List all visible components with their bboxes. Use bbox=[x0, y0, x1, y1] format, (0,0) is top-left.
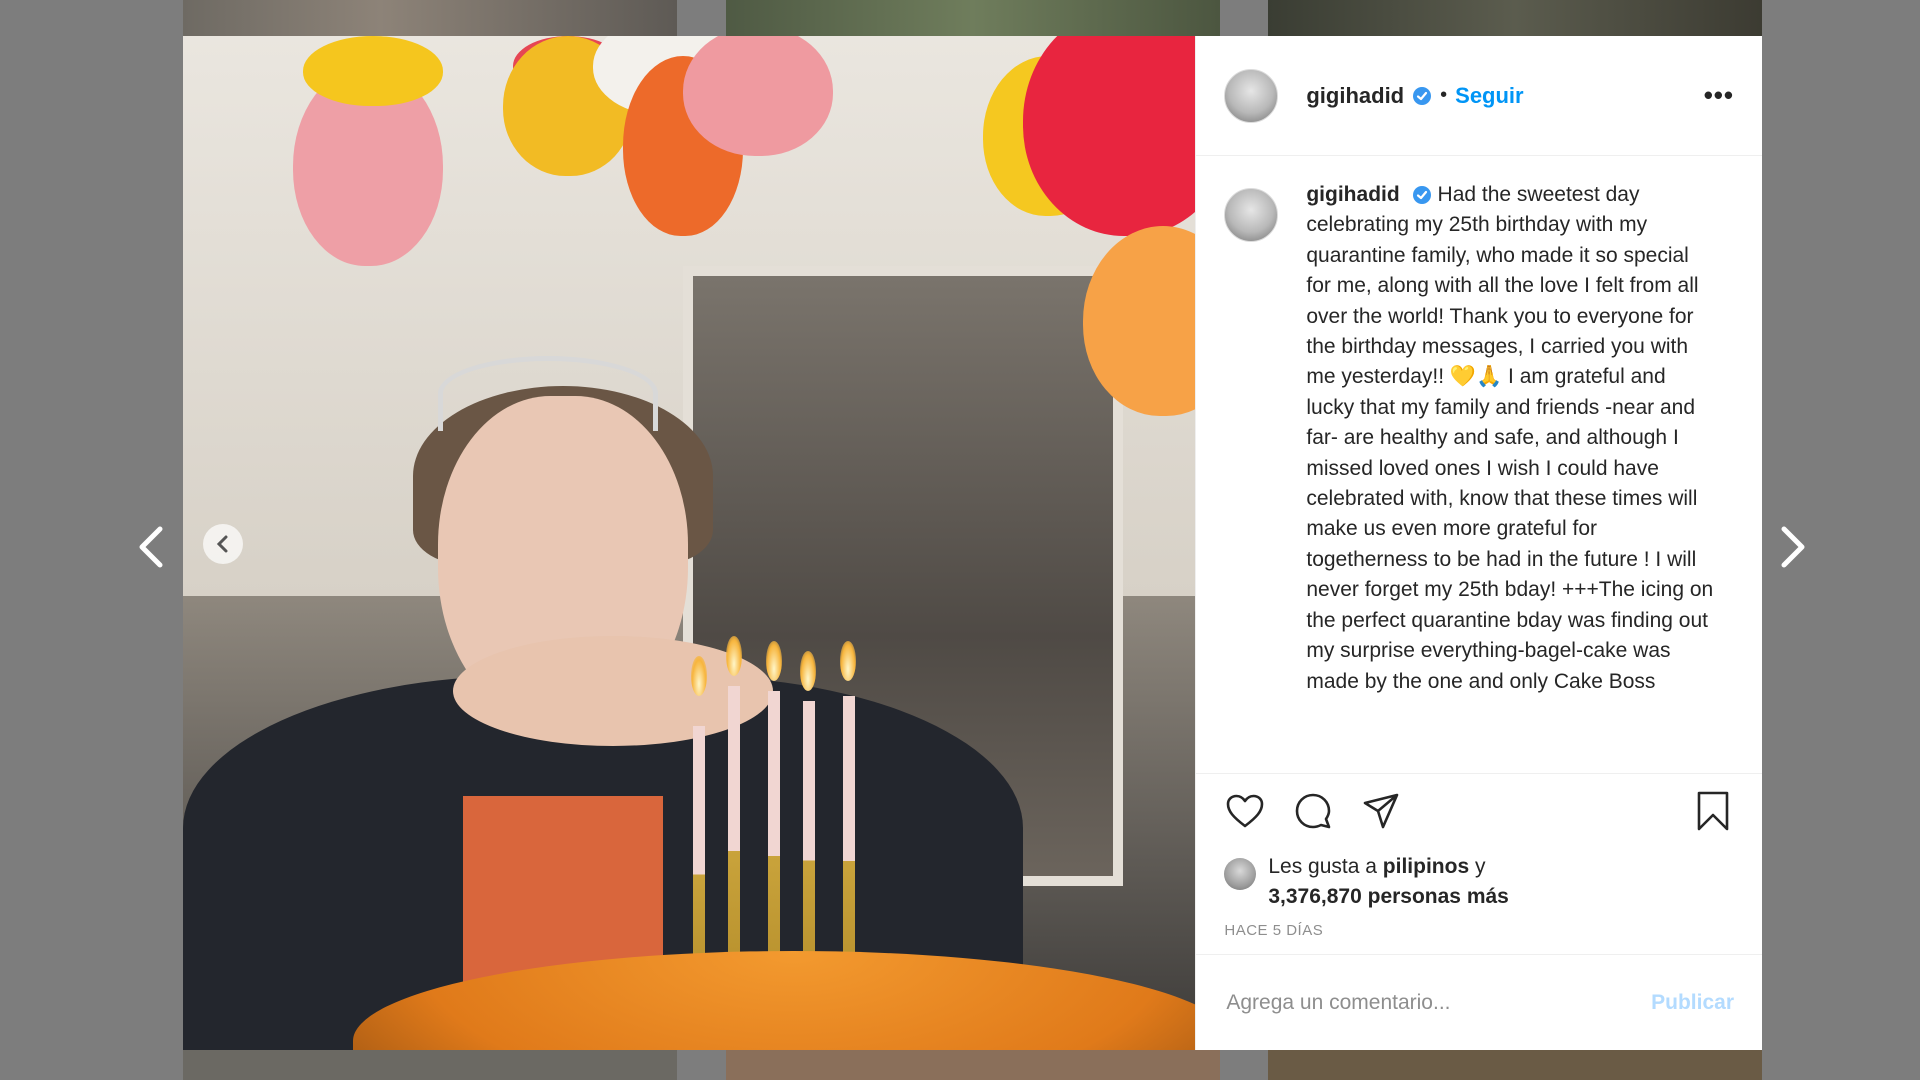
chevron-right-icon bbox=[1781, 526, 1805, 568]
photo-prev-button[interactable] bbox=[203, 524, 243, 564]
candle-flame bbox=[840, 641, 856, 681]
likes-prefix: Les gusta a bbox=[1268, 855, 1377, 878]
caption-username[interactable]: gigihadid bbox=[1306, 183, 1399, 206]
comment-bubble-icon bbox=[1296, 793, 1331, 829]
caption-body: Had the sweetest day celebrating my 25th… bbox=[1306, 183, 1714, 693]
candle-flame bbox=[726, 636, 742, 676]
photo-hands bbox=[453, 636, 773, 746]
next-post-button[interactable] bbox=[1774, 522, 1814, 572]
avatar[interactable] bbox=[1224, 188, 1279, 242]
comment-input[interactable] bbox=[1224, 989, 1652, 1016]
feed-thumbnail bbox=[1268, 1050, 1762, 1080]
candle bbox=[803, 701, 815, 991]
likes-text: Les gusta a pilipinos y 3,376,870 person… bbox=[1268, 852, 1509, 912]
avatar[interactable] bbox=[1224, 858, 1257, 890]
balloon bbox=[303, 36, 443, 106]
more-options-button[interactable]: ••• bbox=[1704, 80, 1734, 111]
likes-conjunction: y bbox=[1474, 855, 1486, 878]
candle-flame bbox=[800, 651, 816, 691]
post-sidebar: gigihadid • Seguir ••• gigihadid Had the… bbox=[1195, 36, 1762, 1050]
post-header: gigihadid • Seguir ••• bbox=[1196, 36, 1762, 156]
share-button[interactable] bbox=[1360, 790, 1402, 832]
candle-flame bbox=[691, 656, 707, 696]
bookmark-icon bbox=[1697, 791, 1729, 831]
paper-plane-icon bbox=[1364, 793, 1399, 829]
candle bbox=[728, 686, 740, 986]
header-username[interactable]: gigihadid bbox=[1306, 83, 1404, 109]
post-photo[interactable] bbox=[183, 36, 1196, 1050]
chevron-left-icon bbox=[139, 526, 163, 568]
save-button[interactable] bbox=[1692, 790, 1734, 832]
heart-icon bbox=[1227, 794, 1264, 828]
feed-thumbnail bbox=[1268, 0, 1762, 36]
feed-thumbnail bbox=[183, 1050, 677, 1080]
like-button[interactable] bbox=[1224, 790, 1266, 832]
caption-area: gigihadid Had the sweetest day celebrati… bbox=[1196, 156, 1762, 773]
post-modal: gigihadid • Seguir ••• gigihadid Had the… bbox=[183, 36, 1762, 1050]
candle-flame bbox=[766, 641, 782, 681]
publish-button[interactable]: Publicar bbox=[1651, 991, 1734, 1015]
post-timestamp[interactable]: HACE 5 DÍAS bbox=[1196, 914, 1762, 954]
feed-thumbnail bbox=[183, 0, 677, 36]
chevron-left-icon bbox=[216, 535, 228, 553]
previous-post-button[interactable] bbox=[130, 522, 170, 572]
comment-button[interactable] bbox=[1292, 790, 1334, 832]
verified-badge-icon bbox=[1412, 86, 1432, 106]
likes-user-link[interactable]: pilipinos bbox=[1383, 855, 1469, 878]
action-bar bbox=[1196, 773, 1762, 848]
header-separator: • bbox=[1440, 84, 1448, 106]
balloon bbox=[683, 36, 833, 156]
comment-bar: Publicar bbox=[1196, 954, 1762, 1050]
feed-thumbnail bbox=[726, 1050, 1220, 1080]
feed-thumbnail bbox=[726, 0, 1220, 36]
likes-count-link[interactable]: 3,376,870 personas más bbox=[1268, 885, 1509, 908]
candle bbox=[768, 691, 780, 991]
follow-button[interactable]: Seguir bbox=[1455, 83, 1523, 109]
likes-summary: Les gusta a pilipinos y 3,376,870 person… bbox=[1196, 848, 1762, 914]
caption-text: gigihadid Had the sweetest day celebrati… bbox=[1306, 180, 1716, 773]
verified-badge-icon bbox=[1412, 185, 1432, 205]
avatar[interactable] bbox=[1224, 68, 1279, 123]
